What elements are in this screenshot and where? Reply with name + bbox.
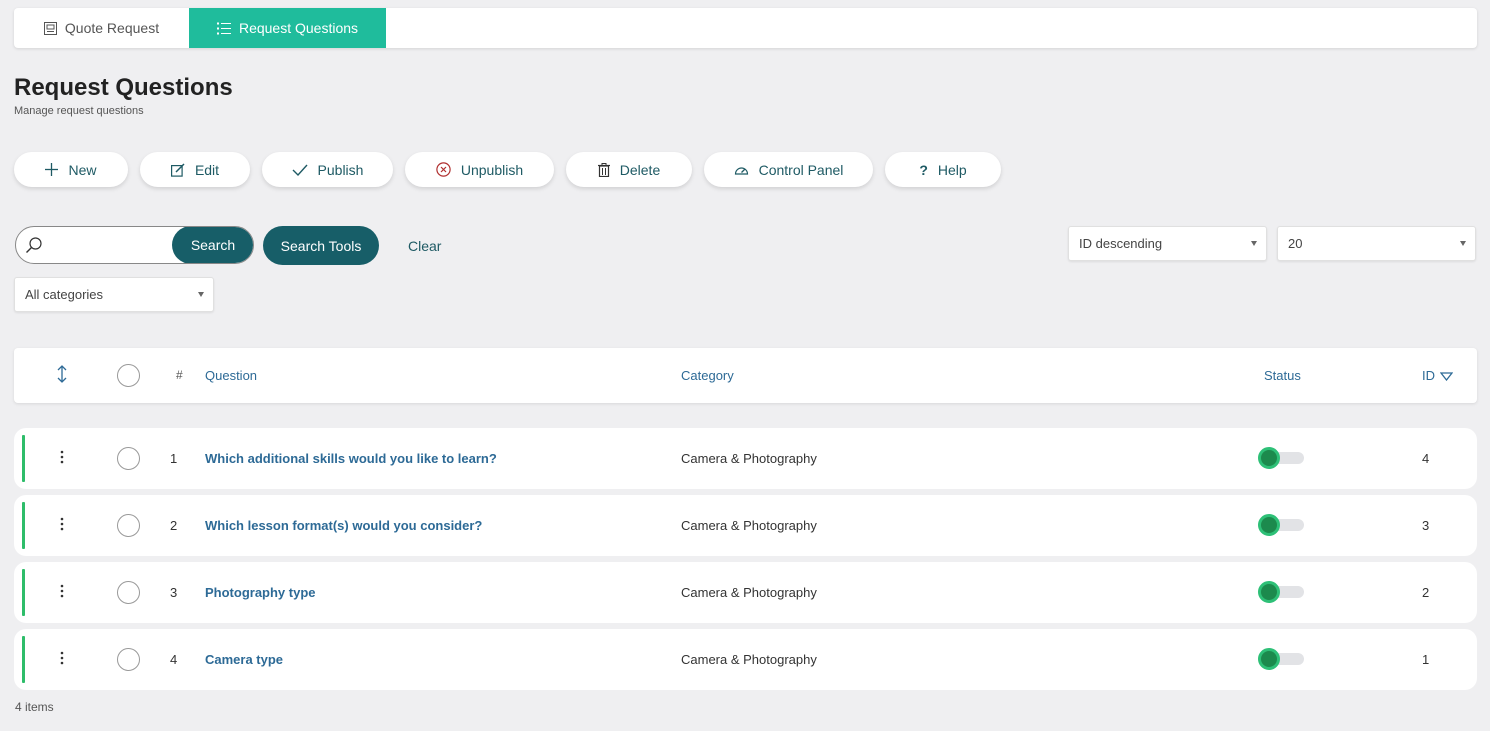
column-header-question[interactable]: Question [205, 368, 257, 383]
question-link[interactable]: Which additional skills would you like t… [205, 451, 497, 466]
ordering-select[interactable]: ID descending [1068, 226, 1267, 261]
table-row: 1 Which additional skills would you like… [14, 428, 1477, 489]
help-button[interactable]: ? Help [885, 152, 1001, 187]
column-header-category[interactable]: Category [681, 368, 734, 383]
drag-handle-icon[interactable] [60, 450, 64, 464]
tab-label: Quote Request [64, 20, 160, 36]
row-checkbox[interactable] [117, 581, 140, 604]
search-icon [26, 237, 42, 253]
edit-button[interactable]: Edit [140, 152, 250, 187]
question-link[interactable]: Photography type [205, 585, 316, 600]
tab-label: Request Questions [238, 20, 359, 36]
table-row: 2 Which lesson format(s) would you consi… [14, 495, 1477, 556]
help-button-label: Help [937, 161, 967, 178]
published-marker [22, 502, 25, 549]
column-header-status[interactable]: Status [1264, 368, 1301, 383]
x-circle-icon [436, 162, 451, 177]
items-count: 4 items [15, 700, 54, 714]
status-toggle[interactable] [1258, 648, 1305, 670]
select-all-checkbox[interactable] [117, 364, 140, 387]
row-number: 3 [170, 585, 178, 600]
toolbar: New Edit Publish Unpublish Delete Contro… [0, 152, 1490, 187]
unpublish-button[interactable]: Unpublish [405, 152, 554, 187]
unpublish-button-label: Unpublish [460, 161, 524, 178]
tab-quote-request[interactable]: Quote Request [14, 8, 189, 48]
status-toggle[interactable] [1258, 514, 1305, 536]
edit-button-label: Edit [194, 161, 220, 178]
new-button-label: New [68, 161, 97, 178]
plus-icon [45, 163, 59, 176]
row-id: 1 [1422, 652, 1430, 667]
new-button[interactable]: New [14, 152, 128, 187]
published-marker [22, 435, 25, 482]
column-header-number: # [176, 368, 183, 382]
sort-ordering-icon[interactable] [56, 365, 68, 383]
row-category: Camera & Photography [681, 585, 817, 600]
delete-button-label: Delete [619, 161, 661, 178]
caret-down-icon [198, 292, 204, 297]
row-checkbox[interactable] [117, 648, 140, 671]
search-button[interactable]: Search [172, 227, 253, 263]
help-icon: ? [919, 161, 928, 178]
row-category: Camera & Photography [681, 518, 817, 533]
category-select[interactable]: All categories [14, 277, 214, 312]
caret-down-icon [1251, 241, 1257, 246]
published-marker [22, 636, 25, 683]
drag-handle-icon[interactable] [60, 584, 64, 598]
publish-button-label: Publish [317, 161, 364, 178]
row-category: Camera & Photography [681, 451, 817, 466]
form-icon [43, 21, 57, 35]
table-row: 3 Photography type Camera & Photography … [14, 562, 1477, 623]
trash-icon [597, 162, 610, 177]
row-number: 4 [170, 652, 178, 667]
clear-button[interactable]: Clear [408, 238, 441, 254]
page-title: Request Questions [14, 74, 233, 101]
tab-bar: Quote Request Request Questions [14, 8, 1477, 48]
status-toggle[interactable] [1258, 447, 1305, 469]
question-link[interactable]: Camera type [205, 652, 283, 667]
dashboard-icon [734, 166, 748, 175]
question-link[interactable]: Which lesson format(s) would you conside… [205, 518, 482, 533]
id-header-label: ID [1422, 368, 1435, 383]
edit-icon [170, 162, 185, 177]
delete-button[interactable]: Delete [566, 152, 692, 187]
row-id: 4 [1422, 451, 1430, 466]
row-category: Camera & Photography [681, 652, 817, 667]
list-icon [216, 22, 231, 34]
table-header: # Question Category Status ID [14, 348, 1477, 403]
column-header-id[interactable]: ID [1422, 368, 1453, 383]
search-input[interactable] [50, 227, 190, 263]
limit-value: 20 [1288, 236, 1303, 251]
check-icon [292, 164, 308, 176]
drag-handle-icon[interactable] [60, 517, 64, 531]
row-id: 2 [1422, 585, 1430, 600]
control-panel-button[interactable]: Control Panel [704, 152, 873, 187]
limit-select[interactable]: 20 [1277, 226, 1476, 261]
page-subtitle: Manage request questions [14, 105, 144, 117]
category-value: All categories [25, 287, 104, 302]
row-checkbox[interactable] [117, 447, 140, 470]
published-marker [22, 569, 25, 616]
publish-button[interactable]: Publish [262, 152, 393, 187]
tab-request-questions[interactable]: Request Questions [189, 8, 386, 48]
ordering-value: ID descending [1079, 236, 1163, 251]
control-panel-button-label: Control Panel [758, 161, 844, 178]
status-toggle[interactable] [1258, 581, 1305, 603]
search-tools-button[interactable]: Search Tools [263, 226, 379, 265]
sort-descending-icon [1439, 372, 1453, 382]
row-id: 3 [1422, 518, 1430, 533]
search-box: Search [15, 226, 254, 264]
drag-handle-icon[interactable] [60, 651, 64, 665]
row-checkbox[interactable] [117, 514, 140, 537]
row-number: 2 [170, 518, 178, 533]
table-row: 4 Camera type Camera & Photography 1 [14, 629, 1477, 690]
row-number: 1 [170, 451, 178, 466]
caret-down-icon [1460, 241, 1466, 246]
